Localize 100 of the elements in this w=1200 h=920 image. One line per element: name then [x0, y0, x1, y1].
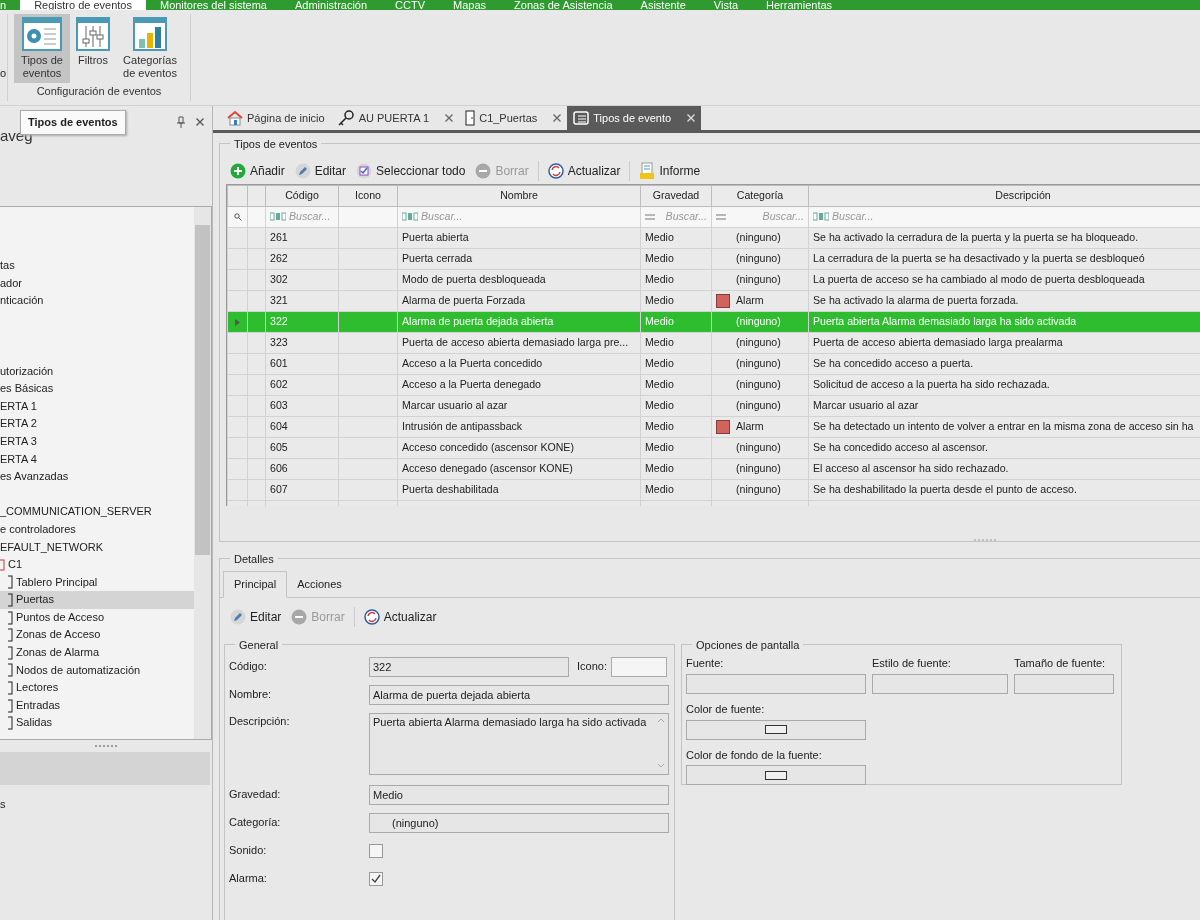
ribbon-button[interactable]: Categorías de eventos — [116, 14, 184, 83]
table-cell: (ninguno) — [736, 357, 781, 370]
menu-item[interactable]: Herramientas — [752, 0, 847, 10]
group-label: Configuración de eventos — [35, 84, 163, 99]
document-tab[interactable]: Tipos de evento — [567, 106, 702, 130]
field-label: Fuente: — [686, 655, 725, 671]
scroll-arrows-icon — [657, 716, 665, 769]
column-header[interactable]: Nombre — [397, 185, 641, 207]
column-header[interactable]: Icono — [338, 185, 398, 207]
input-field[interactable]: (ninguno) — [369, 812, 669, 833]
node-icon — [8, 628, 14, 643]
column-header[interactable]: Categoría — [711, 185, 809, 207]
color-swatch-icon — [765, 770, 787, 780]
field-label: Descripción: — [229, 713, 291, 729]
tree-item[interactable]: C1 — [0, 556, 194, 574]
document-tab[interactable]: C1_Puertas — [459, 106, 568, 130]
scrollbar[interactable] — [194, 207, 211, 739]
checkbox[interactable] — [369, 843, 383, 858]
tree-item[interactable]: ERTA 3 — [0, 432, 194, 451]
ribbon-button[interactable]: Tipos de eventos — [14, 14, 70, 83]
text-area[interactable]: Puerta abierta Alarma demasiado larga ha sido activada — [369, 712, 669, 775]
document-tab[interactable]: Página de inicio — [221, 106, 331, 130]
document-tab[interactable]: AU PUERTA 1 — [330, 106, 460, 130]
equals-icon — [716, 214, 726, 220]
table-cell: Marcar usuario al azar — [397, 395, 641, 417]
toolbar-button[interactable]: Actualizar — [543, 162, 625, 180]
tree-item[interactable]: EFAULT_NETWORK — [0, 538, 194, 557]
tree-item[interactable]: _COMMUNICATION_SERVER — [0, 503, 194, 521]
column-header[interactable]: Descripción — [808, 185, 1200, 207]
table-cell: Puerta cerrada — [397, 248, 641, 270]
toolbar-button[interactable]: Informe — [635, 162, 705, 180]
menu-item[interactable]: Asistente — [626, 0, 700, 10]
toolbar-button[interactable]: Añadir — [226, 162, 289, 180]
column-header[interactable]: Gravedad — [640, 185, 712, 207]
tab[interactable]: Principal — [223, 571, 288, 598]
table-cell: La puerta de acceso se ha cambiado al modo de puerta desbloqueada — [808, 269, 1200, 291]
toolbar-button[interactable]: Seleccionar todo — [352, 162, 470, 180]
pin-icon — [176, 116, 186, 128]
menu-item[interactable]: Administración — [280, 0, 382, 10]
checkbox[interactable] — [369, 871, 383, 886]
tree-item[interactable]: Entradas — [0, 696, 194, 715]
close-icon[interactable] — [445, 114, 454, 122]
tree-item[interactable]: Puertas — [0, 591, 194, 609]
tree-item[interactable]: Zonas de Acceso — [0, 626, 194, 645]
toolbar-button[interactable]: Actualizar — [359, 607, 441, 626]
bar-chart-icon — [133, 17, 167, 51]
node-icon — [8, 645, 14, 660]
tree-item[interactable]: Nodos de automatización — [0, 661, 194, 680]
close-icon[interactable] — [196, 118, 204, 126]
input-field[interactable] — [610, 656, 667, 677]
tree-item[interactable]: Tablero Principal — [0, 573, 194, 592]
close-icon[interactable] — [553, 114, 562, 122]
input-field[interactable] — [872, 674, 1008, 694]
tree-item[interactable]: Zonas de Alarma — [0, 644, 194, 662]
menu-item[interactable]: n — [0, 0, 21, 10]
add-icon — [230, 163, 246, 179]
table-cell: Alarma de puerta dejada abierta — [397, 311, 641, 333]
tree-item[interactable]: Salidas — [0, 714, 194, 733]
tab[interactable]: Acciones — [287, 571, 352, 597]
field-value: Puerta abierta Alarma demasiado larga ha sido activada — [373, 715, 647, 728]
table-cell: Se ha activado la alarma de puerta forzada. — [808, 290, 1200, 312]
column-header[interactable]: Código — [265, 185, 339, 207]
node-icon — [8, 593, 14, 608]
table-cell: (ninguno) — [736, 462, 781, 475]
tree-item[interactable]: ERTA 4 — [0, 450, 194, 469]
tree-item[interactable]: es Básicas — [0, 380, 194, 398]
node-icon — [8, 575, 14, 590]
table-cell: (ninguno) — [736, 441, 781, 454]
menu-item[interactable]: Zonas de Asistencia — [500, 0, 627, 10]
field-label: Alarma: — [229, 871, 268, 887]
tree-item[interactable]: Puntos de Acceso — [0, 608, 194, 627]
toolbar-button[interactable]: Editar — [226, 607, 286, 626]
ribbon-button[interactable]: Filtros — [72, 14, 114, 83]
table-cell: (ninguno) — [736, 252, 781, 265]
tree-item[interactable]: ador — [0, 274, 194, 293]
field-label: Nombre: — [229, 687, 273, 703]
tree-item[interactable]: Lectores — [0, 679, 194, 697]
color-picker[interactable] — [686, 719, 866, 740]
tree-item[interactable]: es Avanzadas — [0, 468, 194, 486]
input-field[interactable] — [686, 674, 866, 694]
check-icon — [371, 873, 381, 884]
menu-item[interactable]: CCTV — [381, 0, 440, 10]
field-label: Tamaño de fuente: — [1014, 655, 1107, 671]
input-field[interactable]: Alarma de puerta dejada abierta — [369, 684, 669, 705]
equals-icon — [645, 214, 655, 220]
input-field[interactable]: Medio — [369, 784, 669, 805]
tree-item[interactable]: ERTA 2 — [0, 415, 194, 433]
tree-item[interactable]: utorización — [0, 362, 194, 381]
toolbar-button[interactable]: Editar — [290, 162, 351, 180]
table-cell: Se ha concedido acceso al ascensor. — [808, 437, 1200, 459]
input-field[interactable] — [1014, 674, 1114, 694]
menu-item[interactable]: Vista — [699, 0, 753, 10]
tree-item[interactable]: tas — [0, 257, 194, 275]
checkbox-icon — [356, 163, 373, 179]
tree-item[interactable]: e controladores — [0, 520, 194, 539]
tree-item[interactable]: nticación — [0, 292, 194, 310]
tree-item[interactable]: ERTA 1 — [0, 397, 194, 416]
input-field[interactable]: 322 — [369, 656, 569, 677]
menu-item[interactable]: Monitores del sistema — [145, 0, 281, 10]
color-picker[interactable] — [686, 765, 866, 785]
